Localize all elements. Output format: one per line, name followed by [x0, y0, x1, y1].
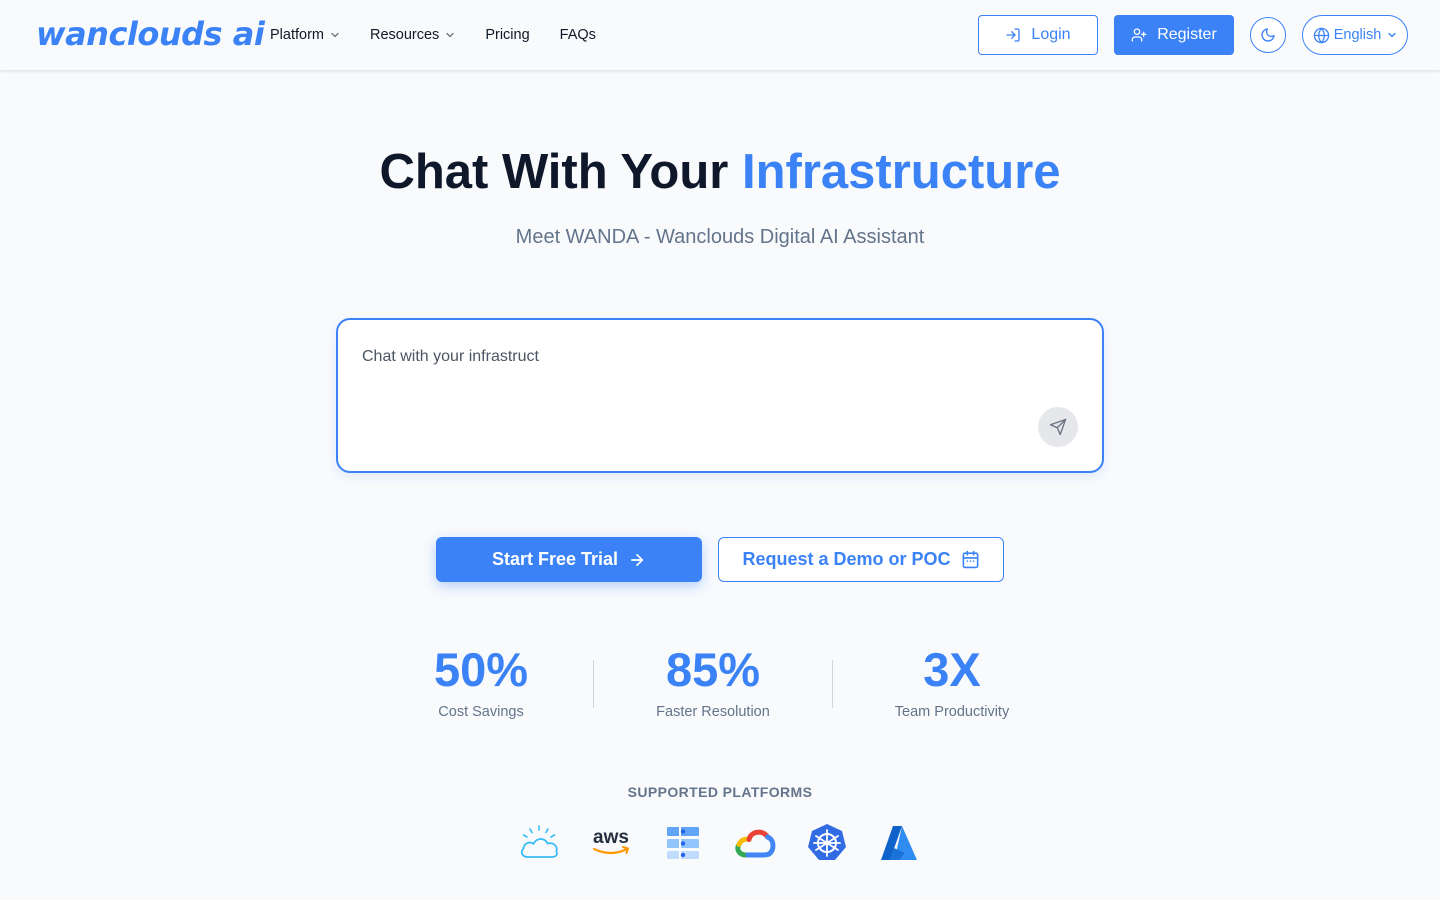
supported-platforms-heading: SUPPORTED PLATFORMS: [627, 784, 813, 800]
user-plus-icon: [1131, 27, 1157, 43]
register-button[interactable]: Register: [1114, 15, 1234, 55]
language-label: English: [1333, 27, 1382, 43]
main-nav: Platform Resources Pricing FAQs: [270, 0, 626, 70]
nav-item-platform[interactable]: Platform: [270, 27, 340, 43]
chat-box: [336, 318, 1104, 473]
stat-value: 85%: [665, 643, 761, 696]
calendar-icon: [951, 550, 980, 569]
google-cloud-logo: [734, 822, 776, 864]
chevron-down-icon: [445, 30, 455, 40]
hero-title-main: Chat With Your: [379, 145, 742, 199]
nav-item-pricing[interactable]: Pricing: [485, 27, 529, 43]
stat-label: Cost Savings: [438, 704, 524, 720]
stat-value: 3X: [923, 643, 981, 696]
stat-value: 50%: [433, 643, 529, 696]
nav-item-label: Platform: [270, 27, 324, 43]
kubernetes-logo: [806, 822, 848, 864]
stat-divider: [832, 660, 833, 708]
hero-subtitle: Meet WANDA - Wanclouds Digital AI Assist…: [515, 226, 925, 248]
hero-title: Chat With Your Infrastructure: [0, 144, 1440, 200]
log-in-icon: [1005, 27, 1031, 43]
chevron-down-icon: [330, 30, 340, 40]
arrow-right-icon: [618, 551, 646, 569]
theme-toggle-button[interactable]: [1250, 17, 1286, 53]
ibm-power-logo: [662, 822, 704, 864]
wanclouds-logo[interactable]: wanclouds ai: [36, 12, 265, 56]
request-demo-label: Request a Demo or POC: [742, 549, 951, 569]
start-free-trial-label: Start Free Trial: [491, 549, 619, 569]
register-label: Register: [1157, 26, 1217, 43]
start-free-trial-button[interactable]: Start Free Trial: [436, 537, 702, 582]
aws-logo: aws: [590, 822, 632, 864]
stat-label: Team Productivity: [894, 704, 1010, 720]
language-select[interactable]: English: [1302, 15, 1408, 55]
site-header: wanclouds ai Platform Resources Pricing …: [0, 0, 1440, 70]
globe-icon: [1313, 27, 1330, 44]
aws-logo-text: aws: [593, 827, 629, 848]
nav-item-label: Pricing: [485, 27, 530, 43]
moon-icon: [1260, 27, 1276, 43]
nav-item-resources[interactable]: Resources: [370, 27, 455, 43]
login-button[interactable]: Login: [978, 15, 1098, 55]
chat-input[interactable]: [362, 348, 1052, 428]
stat-team-productivity: 3X Team Productivity: [852, 643, 1052, 721]
ibm-cloud-logo: [518, 822, 560, 864]
stat-label: Faster Resolution: [656, 704, 770, 720]
stat-cost-savings: 50% Cost Savings: [381, 643, 581, 721]
nav-item-faqs[interactable]: FAQs: [560, 27, 596, 43]
chevron-down-icon: [1387, 30, 1397, 40]
nav-item-label: FAQs: [559, 27, 596, 43]
login-label: Login: [1031, 26, 1071, 43]
nav-item-label: Resources: [370, 27, 440, 43]
send-icon: [1049, 418, 1067, 436]
stat-divider: [593, 660, 594, 708]
logo-text: wanclouds ai: [36, 15, 265, 53]
hero-title-accent: Infrastructure: [741, 145, 1061, 199]
stat-faster-resolution: 85% Faster Resolution: [613, 643, 813, 721]
azure-logo: [878, 822, 920, 864]
send-button[interactable]: [1038, 407, 1078, 447]
request-demo-button[interactable]: Request a Demo or POC: [718, 537, 1004, 582]
